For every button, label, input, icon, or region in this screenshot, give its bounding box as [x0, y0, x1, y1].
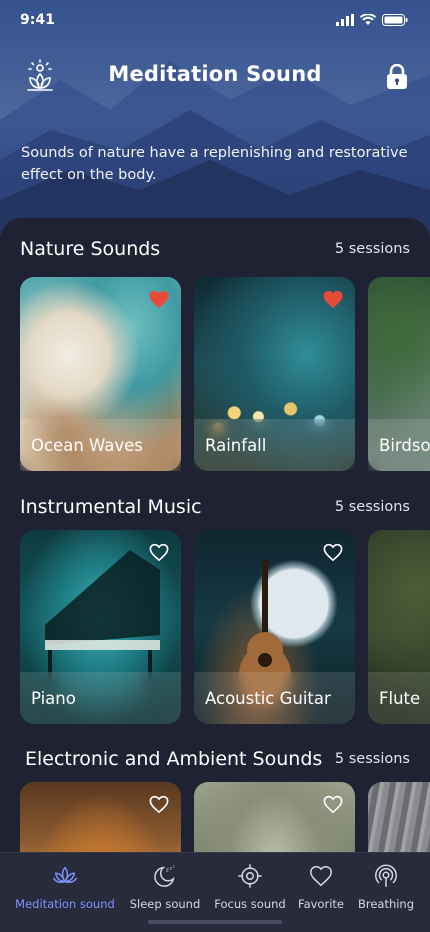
sound-card-piano[interactable]: Piano: [20, 530, 181, 724]
card-label: Acoustic Guitar: [205, 689, 331, 708]
sound-card-rainfall[interactable]: Rainfall: [194, 277, 355, 471]
tagline-text: Sounds of nature have a replenishing and…: [21, 145, 408, 183]
status-time: 9:41: [20, 12, 55, 28]
card-label: Flute: [379, 689, 421, 708]
main-panel: Nature Sounds 5 sessions Ocean Waves Rai…: [0, 218, 430, 932]
favorite-heart-outline-icon[interactable]: [322, 794, 344, 814]
page-title: Meditation Sound: [108, 62, 322, 86]
sound-card-ocean-waves[interactable]: Ocean Waves: [20, 277, 181, 471]
sound-card-acoustic-guitar[interactable]: Acoustic Guitar: [194, 530, 355, 724]
sound-card-birdsong[interactable]: Birdsong: [368, 277, 430, 471]
card-label: Piano: [31, 689, 76, 708]
svg-text:z: z: [166, 867, 169, 873]
favorite-heart-icon[interactable]: [322, 289, 344, 309]
battery-icon: [382, 14, 408, 26]
section-title: Instrumental Music: [20, 496, 202, 518]
card-label: Ocean Waves: [31, 436, 143, 455]
breathing-icon: [375, 864, 397, 887]
section-title: Nature Sounds: [20, 238, 161, 260]
section-header-nature: Nature Sounds 5 sessions: [20, 238, 410, 260]
section-header-instrumental: Instrumental Music 5 sessions: [20, 496, 410, 518]
favorite-heart-icon[interactable]: [148, 289, 170, 309]
cellular-signal-icon: [336, 14, 354, 26]
favorite-heart-outline-icon[interactable]: [322, 542, 344, 562]
favorite-heart-outline-icon[interactable]: [148, 794, 170, 814]
sound-card-flute[interactable]: Flute: [368, 530, 430, 724]
card-label: Rainfall: [205, 436, 267, 455]
home-indicator: [148, 920, 282, 924]
nav-label: Sleep sound: [129, 897, 201, 911]
wifi-icon: [360, 14, 376, 25]
lock-icon[interactable]: [386, 64, 408, 90]
card-row-instrumental[interactable]: Piano Acoustic Guitar Flute: [20, 530, 430, 724]
nav-meditation-sound[interactable]: Meditation sound: [15, 863, 115, 912]
favorite-heart-outline-icon[interactable]: [148, 542, 170, 562]
section-header-electronic: Electronic and Ambient Sounds 5 sessions: [25, 748, 410, 770]
nav-label: Breathing: [357, 897, 415, 911]
bottom-navigation: Meditation sound z z z Sleep sound Focus…: [0, 852, 430, 932]
card-row-nature[interactable]: Ocean Waves Rainfall Birdsong: [20, 277, 430, 471]
status-bar: 9:41: [0, 0, 430, 44]
svg-text:z: z: [173, 865, 175, 869]
heart-icon: [310, 865, 332, 887]
moon-zzz-icon: z z z: [154, 865, 175, 887]
nav-breathing[interactable]: Breathing: [336, 863, 430, 912]
target-icon: [238, 864, 262, 888]
section-count[interactable]: 5 sessions: [335, 241, 410, 257]
nav-label: Meditation sound: [15, 897, 115, 911]
card-label: Birdsong: [379, 436, 430, 455]
section-count[interactable]: 5 sessions: [335, 751, 410, 767]
section-count[interactable]: 5 sessions: [335, 499, 410, 515]
section-title: Electronic and Ambient Sounds: [25, 748, 323, 770]
lotus-icon: [52, 866, 78, 884]
